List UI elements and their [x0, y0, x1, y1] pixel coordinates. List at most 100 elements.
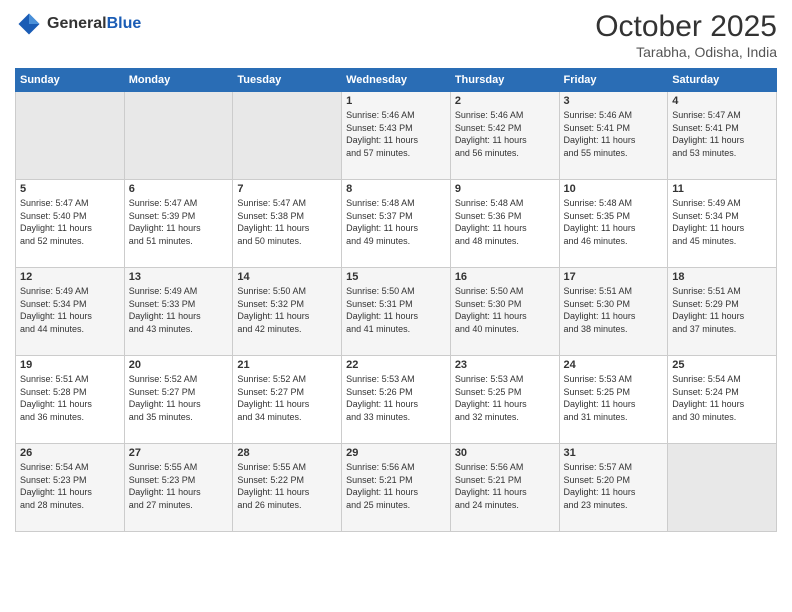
calendar-cell: 2Sunrise: 5:46 AM Sunset: 5:42 PM Daylig… — [450, 92, 559, 180]
day-number: 14 — [237, 271, 337, 283]
calendar-cell: 18 Sunrise: 5:51 AM Sunset: 5:29 PM Dayli… — [668, 268, 777, 356]
calendar-cell: 16 Sunrise: 5:50 AM Sunset: 5:30 PM Dayli… — [450, 268, 559, 356]
day-number: 16 — [455, 271, 555, 283]
day-number: 3 — [564, 95, 664, 107]
logo-text: GeneralBlue — [47, 15, 141, 33]
day-info: Sunrise: 5:49 AM Sunset: 5:34 PM Dayligh… — [20, 285, 120, 335]
day-info: Sunrise: 5:46 AM Sunset: 5:41 PM Dayligh… — [564, 109, 664, 159]
day-info: Sunrise: 5:47 AM Sunset: 5:39 PM Dayligh… — [129, 197, 229, 247]
calendar-cell: 6 Sunrise: 5:47 AM Sunset: 5:39 PM Daylig… — [124, 180, 233, 268]
month-title: October 2025 — [595, 10, 777, 44]
calendar-cell: 28Sunrise: 5:55 AM Sunset: 5:22 PM Dayli… — [233, 444, 342, 532]
day-info: Sunrise: 5:53 AM Sunset: 5:26 PM Dayligh… — [346, 373, 446, 423]
calendar-cell: 22 Sunrise: 5:53 AM Sunset: 5:26 PM Dayli… — [342, 356, 451, 444]
day-info: Sunrise: 5:53 AM Sunset: 5:25 PM Dayligh… — [455, 373, 555, 423]
col-header-tuesday: Tuesday — [233, 69, 342, 92]
week-row-3: 19 Sunrise: 5:51 AM Sunset: 5:28 PM Dayli… — [16, 356, 777, 444]
calendar-cell: 12 Sunrise: 5:49 AM Sunset: 5:34 PM Dayli… — [16, 268, 125, 356]
day-number: 21 — [237, 359, 337, 371]
calendar-cell — [16, 92, 125, 180]
day-number: 20 — [129, 359, 229, 371]
calendar-cell: 29Sunrise: 5:56 AM Sunset: 5:21 PM Dayli… — [342, 444, 451, 532]
day-info: Sunrise: 5:50 AM Sunset: 5:32 PM Dayligh… — [237, 285, 337, 335]
day-number: 30 — [455, 447, 555, 459]
logo-general: General — [47, 15, 107, 32]
calendar-cell: 23 Sunrise: 5:53 AM Sunset: 5:25 PM Dayli… — [450, 356, 559, 444]
day-info: Sunrise: 5:52 AM Sunset: 5:27 PM Dayligh… — [129, 373, 229, 423]
day-info: Sunrise: 5:47 AM Sunset: 5:40 PM Dayligh… — [20, 197, 120, 247]
calendar-cell: 8 Sunrise: 5:48 AM Sunset: 5:37 PM Daylig… — [342, 180, 451, 268]
day-number: 22 — [346, 359, 446, 371]
day-number: 27 — [129, 447, 229, 459]
calendar-cell: 25Sunrise: 5:54 AM Sunset: 5:24 PM Dayli… — [668, 356, 777, 444]
calendar-cell: 7Sunrise: 5:47 AM Sunset: 5:38 PM Daylig… — [233, 180, 342, 268]
calendar-cell: 27Sunrise: 5:55 AM Sunset: 5:23 PM Dayli… — [124, 444, 233, 532]
day-number: 7 — [237, 183, 337, 195]
day-info: Sunrise: 5:50 AM Sunset: 5:31 PM Dayligh… — [346, 285, 446, 335]
day-info: Sunrise: 5:49 AM Sunset: 5:33 PM Dayligh… — [129, 285, 229, 335]
day-number: 15 — [346, 271, 446, 283]
day-number: 19 — [20, 359, 120, 371]
day-number: 6 — [129, 183, 229, 195]
day-info: Sunrise: 5:46 AM Sunset: 5:43 PM Dayligh… — [346, 109, 446, 159]
day-number: 13 — [129, 271, 229, 283]
day-info: Sunrise: 5:48 AM Sunset: 5:35 PM Dayligh… — [564, 197, 664, 247]
day-info: Sunrise: 5:50 AM Sunset: 5:30 PM Dayligh… — [455, 285, 555, 335]
day-number: 23 — [455, 359, 555, 371]
day-info: Sunrise: 5:54 AM Sunset: 5:23 PM Dayligh… — [20, 461, 120, 511]
day-number: 5 — [20, 183, 120, 195]
day-number: 11 — [672, 183, 772, 195]
calendar-cell: 31 Sunrise: 5:57 AM Sunset: 5:20 PM Dayli… — [559, 444, 668, 532]
calendar-cell: 26Sunrise: 5:54 AM Sunset: 5:23 PM Dayli… — [16, 444, 125, 532]
calendar-cell: 30Sunrise: 5:56 AM Sunset: 5:21 PM Dayli… — [450, 444, 559, 532]
week-row-1: 5 Sunrise: 5:47 AM Sunset: 5:40 PM Daylig… — [16, 180, 777, 268]
day-number: 18 — [672, 271, 772, 283]
title-block: October 2025 Tarabha, Odisha, India — [595, 10, 777, 60]
location-subtitle: Tarabha, Odisha, India — [595, 44, 777, 60]
day-number: 29 — [346, 447, 446, 459]
col-header-wednesday: Wednesday — [342, 69, 451, 92]
col-header-friday: Friday — [559, 69, 668, 92]
calendar-cell: 15 Sunrise: 5:50 AM Sunset: 5:31 PM Dayli… — [342, 268, 451, 356]
calendar-cell: 17 Sunrise: 5:51 AM Sunset: 5:30 PM Dayli… — [559, 268, 668, 356]
day-number: 17 — [564, 271, 664, 283]
header: GeneralBlue October 2025 Tarabha, Odisha… — [15, 10, 777, 60]
day-number: 4 — [672, 95, 772, 107]
calendar-cell: 13 Sunrise: 5:49 AM Sunset: 5:33 PM Dayli… — [124, 268, 233, 356]
day-number: 12 — [20, 271, 120, 283]
calendar-cell: 5 Sunrise: 5:47 AM Sunset: 5:40 PM Daylig… — [16, 180, 125, 268]
calendar-header-row: SundayMondayTuesdayWednesdayThursdayFrid… — [16, 69, 777, 92]
day-info: Sunrise: 5:48 AM Sunset: 5:36 PM Dayligh… — [455, 197, 555, 247]
logo-blue: Blue — [107, 15, 142, 32]
day-number: 2 — [455, 95, 555, 107]
calendar-cell: 10 Sunrise: 5:48 AM Sunset: 5:35 PM Dayli… — [559, 180, 668, 268]
day-number: 31 — [564, 447, 664, 459]
day-info: Sunrise: 5:48 AM Sunset: 5:37 PM Dayligh… — [346, 197, 446, 247]
day-info: Sunrise: 5:51 AM Sunset: 5:30 PM Dayligh… — [564, 285, 664, 335]
day-info: Sunrise: 5:57 AM Sunset: 5:20 PM Dayligh… — [564, 461, 664, 511]
calendar-cell — [233, 92, 342, 180]
logo: GeneralBlue — [15, 10, 141, 38]
calendar-cell: 9 Sunrise: 5:48 AM Sunset: 5:36 PM Daylig… — [450, 180, 559, 268]
calendar-cell: 11 Sunrise: 5:49 AM Sunset: 5:34 PM Dayli… — [668, 180, 777, 268]
calendar-cell — [668, 444, 777, 532]
day-info: Sunrise: 5:47 AM Sunset: 5:41 PM Dayligh… — [672, 109, 772, 159]
day-info: Sunrise: 5:49 AM Sunset: 5:34 PM Dayligh… — [672, 197, 772, 247]
calendar-cell: 3 Sunrise: 5:46 AM Sunset: 5:41 PM Daylig… — [559, 92, 668, 180]
day-number: 9 — [455, 183, 555, 195]
calendar-cell: 4 Sunrise: 5:47 AM Sunset: 5:41 PM Daylig… — [668, 92, 777, 180]
week-row-0: 1Sunrise: 5:46 AM Sunset: 5:43 PM Daylig… — [16, 92, 777, 180]
day-number: 10 — [564, 183, 664, 195]
calendar-cell: 1Sunrise: 5:46 AM Sunset: 5:43 PM Daylig… — [342, 92, 451, 180]
day-number: 8 — [346, 183, 446, 195]
calendar-page: GeneralBlue October 2025 Tarabha, Odisha… — [0, 0, 792, 612]
day-info: Sunrise: 5:52 AM Sunset: 5:27 PM Dayligh… — [237, 373, 337, 423]
day-number: 25 — [672, 359, 772, 371]
day-info: Sunrise: 5:51 AM Sunset: 5:29 PM Dayligh… — [672, 285, 772, 335]
week-row-2: 12 Sunrise: 5:49 AM Sunset: 5:34 PM Dayli… — [16, 268, 777, 356]
col-header-sunday: Sunday — [16, 69, 125, 92]
day-info: Sunrise: 5:51 AM Sunset: 5:28 PM Dayligh… — [20, 373, 120, 423]
calendar-cell: 14 Sunrise: 5:50 AM Sunset: 5:32 PM Dayli… — [233, 268, 342, 356]
day-info: Sunrise: 5:53 AM Sunset: 5:25 PM Dayligh… — [564, 373, 664, 423]
day-number: 28 — [237, 447, 337, 459]
